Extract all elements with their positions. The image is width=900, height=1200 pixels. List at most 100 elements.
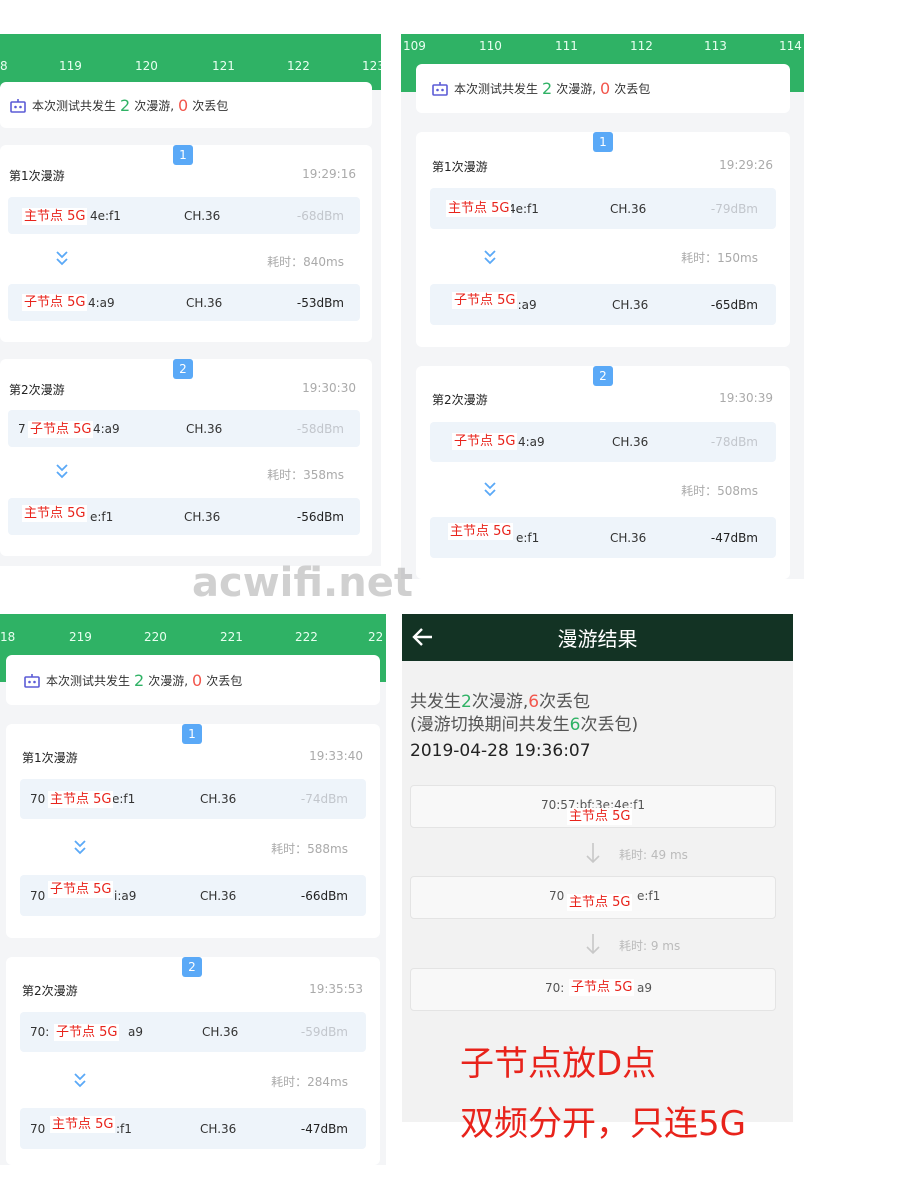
- event-title: 第2次漫游: [22, 984, 78, 998]
- channel: CH.36: [184, 208, 221, 223]
- ap-row-from[interactable]: 70 e:f1 CH.36 -74dBm 主节点 5G: [20, 779, 366, 819]
- node-label: 主节点 5G: [567, 894, 633, 911]
- duration: 耗时: 9 ms: [619, 939, 681, 953]
- mac-address-tail: 4:a9: [93, 421, 120, 436]
- ap-box[interactable]: 70 e:f1 主节点 5G: [410, 876, 776, 919]
- event-index-badge: 1: [593, 132, 613, 152]
- event-time: 19:29:26: [719, 158, 773, 172]
- signal-strength: -58dBm: [296, 421, 344, 436]
- node-label: 子节点 5G: [569, 979, 635, 996]
- event-time: 19:30:30: [302, 381, 356, 395]
- node-label: 主节点 5G: [567, 808, 633, 825]
- mac-address: 4:a9: [88, 295, 115, 310]
- result-title: 漫游结果: [557, 627, 638, 651]
- channel: CH.36: [200, 888, 237, 903]
- roam-panel-3: 18 219 220 221 222 22 本次测试共发生 2 次漫游, 0 次…: [0, 614, 386, 1165]
- ap-row-from[interactable]: 4:a9 CH.36 -78dBm 子节点 5G: [430, 422, 776, 462]
- timeline-tick: 112: [630, 39, 653, 53]
- roam-event-card: 1 第1次漫游 19:29:16 4e:f1 CH.36 -68dBm 主节点 …: [0, 145, 372, 342]
- roam-event-card: 1 第1次漫游 19:29:26 4e:f1 CH.36 -79dBm 主节点 …: [416, 132, 790, 347]
- arrow-down-icon: [586, 843, 600, 864]
- summary-card: 本次测试共发生 2 次漫游, 0 次丢包: [416, 64, 790, 113]
- double-chevron-down-icon: [56, 464, 68, 479]
- result-header: 漫游结果: [402, 614, 793, 661]
- timeline-tick: 123: [362, 59, 381, 73]
- roam-count: 2: [542, 79, 553, 98]
- robot-icon: [24, 673, 40, 688]
- node-label: 主节点 5G: [22, 505, 88, 522]
- mac-address: 4:a9: [518, 435, 545, 449]
- result-datetime: 2019-04-28 19:36:07: [410, 741, 591, 761]
- node-label: 主节点 5G: [22, 208, 88, 225]
- robot-icon: [10, 98, 26, 113]
- double-chevron-down-icon: [484, 482, 496, 497]
- node-label: 子节点 5G: [48, 881, 114, 898]
- roam-event-card: 1 第1次漫游 19:33:40 70 e:f1 CH.36 -74dBm 主节…: [6, 724, 380, 938]
- ap-box[interactable]: 70:57:bf:3e:4e:f1 主节点 5G: [410, 785, 776, 828]
- caption-line-2: 双频分开，只连5G: [460, 1104, 746, 1144]
- event-index-badge: 2: [173, 359, 193, 379]
- duration: 耗时：284ms: [271, 1075, 348, 1089]
- duration: 耗时：358ms: [267, 468, 344, 482]
- timeline-tick: 114: [779, 39, 802, 53]
- ap-row-to[interactable]: e:f1 CH.36 -56dBm 主节点 5G: [8, 498, 360, 535]
- signal-strength: -59dBm: [300, 1025, 348, 1039]
- event-time: 19:30:39: [719, 391, 773, 405]
- timeline-tick: 119: [59, 59, 82, 73]
- ap-row-to[interactable]: 4:a9 CH.36 -53dBm 子节点 5G: [8, 284, 360, 321]
- loss-count: 0: [178, 95, 189, 115]
- timeline-tick: 110: [479, 39, 502, 53]
- event-time: 19:33:40: [309, 749, 363, 763]
- ap-row-from[interactable]: 4e:f1 CH.36 -79dBm 主节点 5G: [430, 188, 776, 229]
- mac-address: e:f1: [90, 509, 114, 524]
- timeline-tick: 111: [555, 39, 578, 53]
- ap-row-to[interactable]: 4:a9 CH.36 -65dBm 子节点 5G: [430, 284, 776, 325]
- roam-panel-2: 109 110 111 112 113 114 本次测试共发生 2 次漫游, 0…: [401, 34, 804, 579]
- channel: CH.36: [612, 435, 649, 449]
- summary-prefix: 本次测试共发生: [32, 98, 117, 113]
- mac-address-tail: :f1: [116, 1121, 132, 1136]
- mac-address-tail: a9: [637, 981, 652, 995]
- ap-row-to[interactable]: 70 :f1 CH.36 -47dBm 主节点 5G: [20, 1108, 366, 1149]
- loss-count: 0: [600, 79, 611, 98]
- channel: CH.36: [612, 297, 649, 312]
- mac-address: 70:: [545, 981, 565, 995]
- mac-address: 70: [30, 1121, 46, 1136]
- node-label: 主节点 5G: [50, 1116, 116, 1133]
- channel: CH.36: [610, 201, 647, 216]
- roam-count: 2: [120, 95, 131, 115]
- signal-strength: -53dBm: [296, 295, 344, 310]
- mac-address: e:f1: [516, 530, 540, 545]
- duration: 耗时：508ms: [681, 484, 758, 498]
- timeline-tick: 18: [0, 630, 16, 644]
- mac-address: 70: [30, 888, 46, 903]
- ap-row-from[interactable]: 7 4:a9 CH.36 -58dBm 子节点 5G: [8, 410, 360, 447]
- node-label: 子节点 5G: [28, 421, 94, 438]
- caption-line-1: 子节点放D点: [460, 1044, 657, 1084]
- event-title: 第1次漫游: [432, 160, 488, 174]
- timeline-tick: 220: [144, 630, 167, 644]
- node-label: 子节点 5G: [452, 433, 518, 450]
- ap-row-from[interactable]: 4e:f1 CH.36 -68dBm 主节点 5G: [8, 197, 360, 234]
- duration: 耗时：588ms: [271, 842, 348, 856]
- ap-row-to[interactable]: e:f1 CH.36 -47dBm 主节点 5G: [430, 517, 776, 558]
- node-label: 子节点 5G: [22, 294, 88, 311]
- timeline-tick: 113: [704, 39, 727, 53]
- node-label: 子节点 5G: [452, 292, 518, 309]
- event-index-badge: 2: [182, 957, 202, 977]
- watermark: acwifi.net: [192, 560, 413, 606]
- signal-strength: -79dBm: [710, 201, 758, 216]
- signal-strength: -47dBm: [300, 1121, 348, 1136]
- signal-strength: -68dBm: [296, 208, 344, 223]
- mac-address-tail: e:f1: [637, 889, 661, 903]
- summary-suffix: 次丢包: [206, 673, 243, 688]
- double-chevron-down-icon: [74, 840, 86, 855]
- ap-row-from[interactable]: 70: a9 CH.36 -59dBm 子节点 5G: [20, 1012, 366, 1052]
- double-chevron-down-icon: [56, 251, 68, 266]
- ap-row-to[interactable]: 70 i:a9 CH.36 -66dBm 子节点 5G: [20, 875, 366, 916]
- mac-address: 4e:f1: [90, 208, 121, 223]
- robot-icon: [432, 82, 448, 96]
- timeline-tick: 121: [212, 59, 235, 73]
- ap-box[interactable]: 70: a9 子节点 5G: [410, 968, 776, 1011]
- signal-strength: -74dBm: [300, 792, 348, 806]
